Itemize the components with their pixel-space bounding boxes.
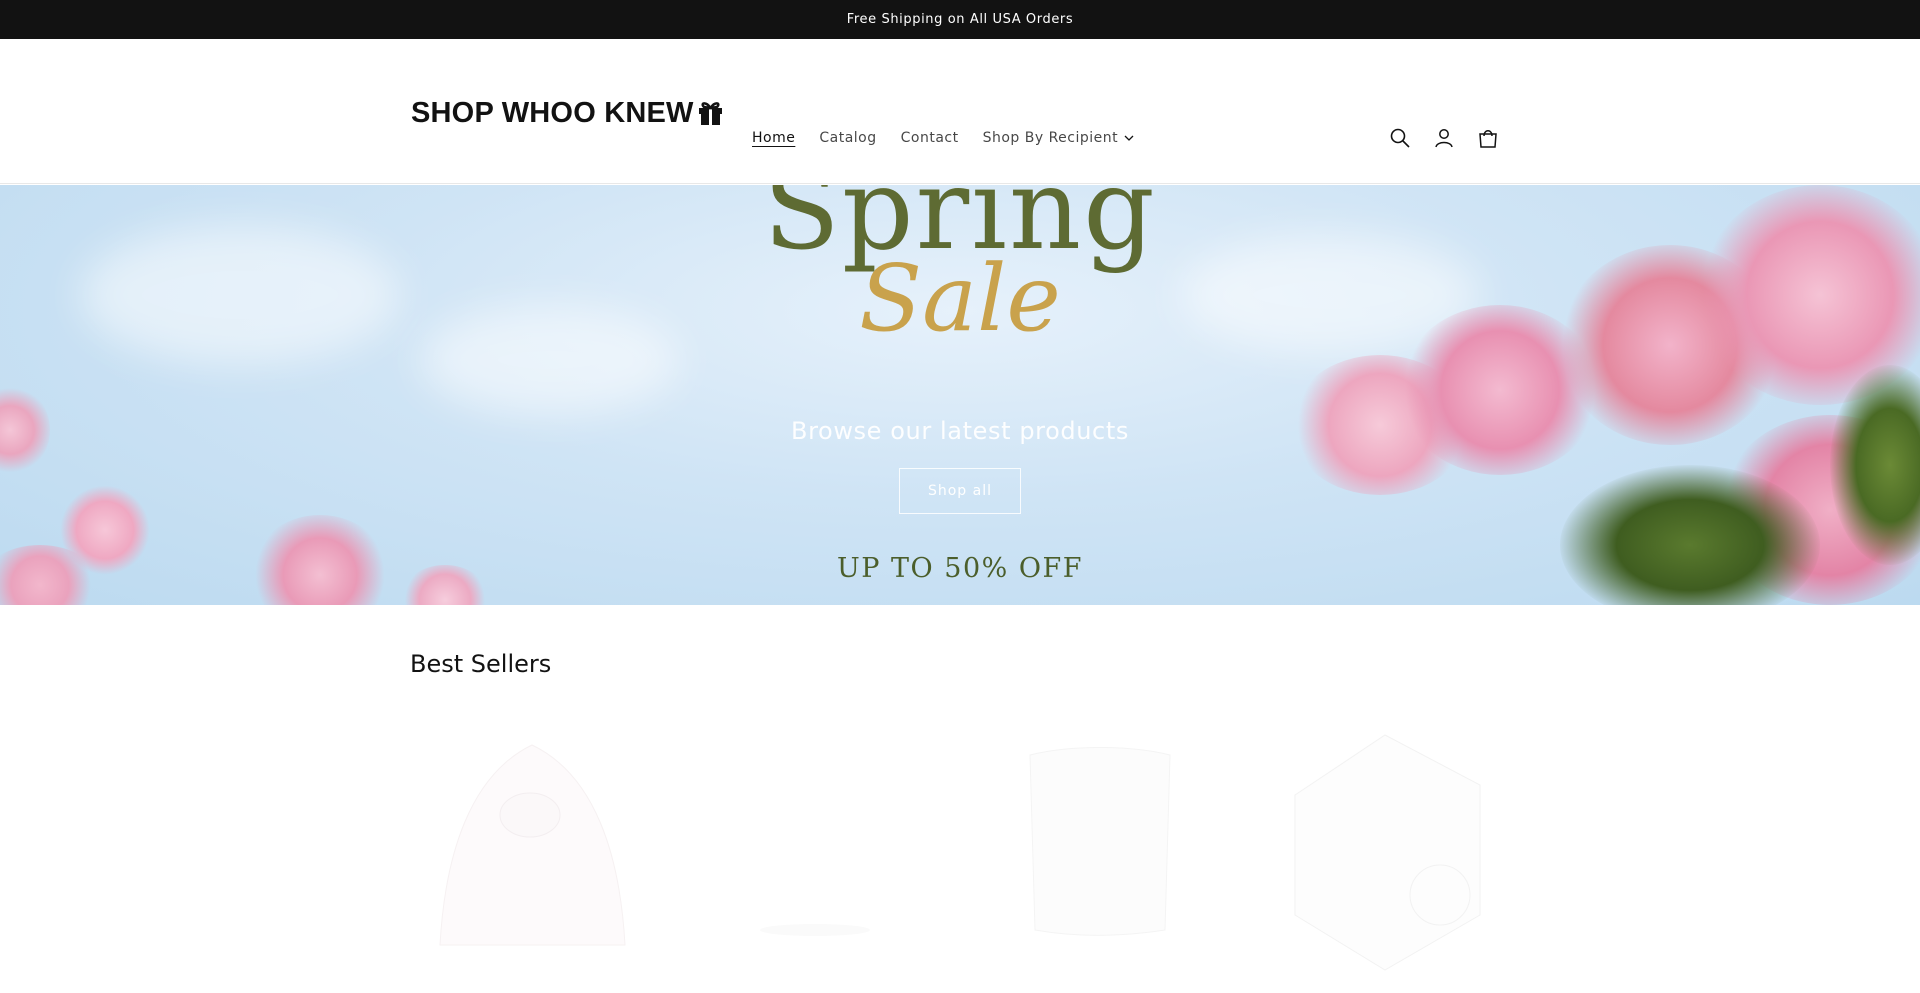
announcement-text: Free Shipping on All USA Orders: [846, 12, 1074, 27]
hero-content: Spring Sale Browse our latest products S…: [0, 185, 1920, 605]
nav-home[interactable]: Home: [740, 122, 807, 154]
nav-shop-by-recipient[interactable]: Shop By Recipient: [971, 122, 1147, 154]
main-nav: Home Catalog Contact Shop By Recipient: [740, 122, 1146, 154]
nav-contact[interactable]: Contact: [889, 122, 971, 154]
hero-subheading: Browse our latest products: [791, 417, 1129, 445]
product-card[interactable]: [1265, 715, 1510, 975]
announcement-bar: Free Shipping on All USA Orders: [0, 0, 1920, 39]
nav-catalog[interactable]: Catalog: [807, 122, 888, 154]
site-header: SHOP WHOO KNEW Home Catalog Contact Shop…: [0, 39, 1920, 184]
header-icons: [1386, 124, 1502, 152]
cart-icon[interactable]: [1474, 124, 1502, 152]
product-card[interactable]: [410, 715, 655, 975]
hero-promo-text: UP TO 50% OFF: [837, 553, 1083, 584]
product-image: [760, 924, 870, 936]
account-icon[interactable]: [1430, 124, 1458, 152]
store-logo[interactable]: SHOP WHOO KNEW: [411, 97, 723, 130]
search-icon[interactable]: [1386, 124, 1414, 152]
product-image: [1029, 747, 1171, 936]
product-image: [1294, 734, 1481, 971]
hero-script-title: Sale: [859, 245, 1061, 352]
product-card[interactable]: [980, 715, 1225, 975]
best-sellers-heading: Best Sellers: [410, 650, 552, 678]
shop-all-button[interactable]: Shop all: [899, 468, 1021, 514]
chevron-down-icon: [1124, 135, 1134, 141]
hero-banner: Spring Sale Browse our latest products S…: [0, 185, 1920, 605]
product-card[interactable]: [695, 715, 940, 975]
gift-icon: [698, 99, 723, 125]
product-grid: [410, 715, 1510, 993]
logo-text: SHOP WHOO KNEW: [411, 97, 694, 129]
product-image: [439, 744, 626, 946]
